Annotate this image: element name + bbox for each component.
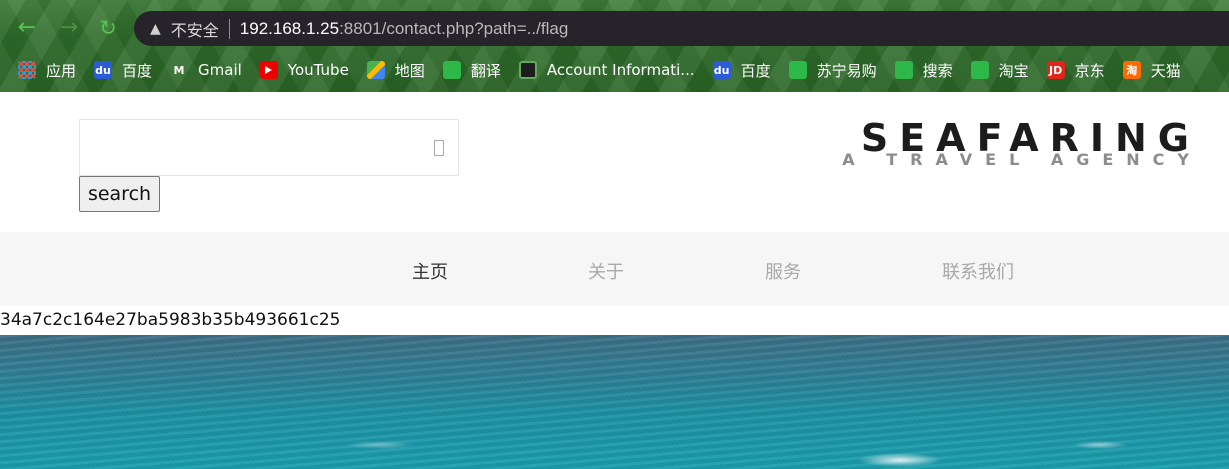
nav-item-about[interactable]: 关于 — [588, 258, 624, 284]
divider — [228, 18, 230, 39]
reload-button[interactable]: ↻ — [95, 15, 121, 41]
bookmark-jd[interactable]: JD 京东 — [1046, 60, 1105, 81]
bookmark-taobao[interactable]: 淘宝 — [970, 60, 1029, 81]
bookmark-label: 苏宁易购 — [816, 61, 877, 80]
jd-icon: JD — [1046, 61, 1065, 79]
nav-item-services[interactable]: 服务 — [765, 258, 801, 284]
maps-icon — [366, 61, 385, 79]
bookmark-label: YouTube — [287, 61, 349, 79]
bookmark-youtube[interactable]: YouTube — [259, 61, 349, 79]
apps-icon — [18, 61, 36, 79]
bookmark-apps[interactable]: 应用 — [18, 60, 76, 81]
bookmark-tmall[interactable]: 淘天猫 — [1122, 60, 1181, 81]
security-label[interactable]: 不安全 — [171, 17, 219, 41]
youtube-icon — [259, 61, 278, 79]
hero-sea-image — [0, 335, 1229, 469]
globe-icon — [970, 61, 989, 79]
bookmark-gmail[interactable]: M Gmail — [170, 61, 242, 79]
back-button[interactable]: ← — [14, 15, 40, 41]
bookmark-label: 百度 — [740, 61, 771, 80]
account-icon — [518, 61, 537, 79]
bookmark-baidu[interactable]: du 百度 — [94, 60, 152, 81]
search-button[interactable]: search — [79, 176, 160, 212]
bookmark-label: 百度 — [122, 61, 153, 80]
bookmarks-bar: 应用 du 百度 M Gmail YouTube 地图 翻译 Account Inf… — [0, 55, 1229, 85]
bookmark-label: 地图 — [394, 61, 425, 80]
bookmark-label: 应用 — [46, 61, 77, 80]
globe-icon — [788, 61, 807, 79]
bookmark-label: 搜索 — [922, 61, 953, 80]
bookmark-label: Gmail — [198, 61, 242, 79]
bookmark-label: 淘宝 — [998, 61, 1029, 80]
baidu-icon: du — [94, 61, 113, 79]
warning-icon: ▲ — [150, 20, 161, 37]
address-bar[interactable]: ▲ 不安全 192.168.1.25:8801/contact.php?path… — [134, 11, 1229, 46]
url-path: :8801/contact.php?path=../flag — [339, 18, 569, 38]
bookmark-label: 天猫 — [1150, 61, 1181, 80]
bookmark-baidu-2[interactable]: du 百度 — [712, 60, 771, 81]
bookmark-label: Account Informati... — [546, 61, 695, 79]
bookmark-account[interactable]: Account Informati... — [518, 61, 695, 79]
url-host: 192.168.1.25 — [239, 18, 340, 38]
bookmark-label: 京东 — [1074, 61, 1105, 80]
page-content: search SEAFARING A TRAVEL AGENCY 主页 关于 服… — [0, 92, 1229, 469]
globe-icon — [442, 61, 461, 79]
bookmark-search[interactable]: 搜索 — [894, 60, 953, 81]
bookmark-label: 翻译 — [470, 61, 501, 80]
logo-subtitle: A TRAVEL AGENCY — [842, 150, 1202, 169]
nav-item-contact[interactable]: 联系我们 — [942, 258, 1014, 284]
gmail-icon: M — [173, 63, 185, 77]
url-text[interactable]: 192.168.1.25:8801/contact.php?path=../fl… — [240, 19, 568, 39]
bookmark-suning[interactable]: 苏宁易购 — [788, 60, 877, 81]
arrow-right-icon: → — [59, 15, 79, 40]
arrow-left-icon: ← — [17, 15, 37, 40]
nav-item-home[interactable]: 主页 — [412, 258, 448, 284]
reload-icon: ↻ — [99, 15, 117, 40]
browser-chrome: ← → ↻ ▲ 不安全 192.168.1.25:8801/contact.ph… — [0, 0, 1229, 92]
search-icon[interactable] — [434, 140, 444, 156]
bookmark-translate[interactable]: 翻译 — [442, 60, 501, 81]
globe-icon — [894, 61, 913, 79]
flag-output-text: 34a7c2c164e27ba5983b35b493661c25 — [0, 310, 341, 330]
baidu-icon: du — [712, 61, 731, 79]
search-input[interactable] — [79, 119, 459, 176]
bookmark-maps[interactable]: 地图 — [366, 60, 425, 81]
main-nav: 主页 关于 服务 联系我们 — [0, 232, 1229, 306]
forward-button[interactable]: → — [56, 15, 82, 41]
taobao-icon: 淘 — [1122, 61, 1141, 79]
site-logo[interactable]: SEAFARING A TRAVEL AGENCY — [842, 116, 1189, 168]
